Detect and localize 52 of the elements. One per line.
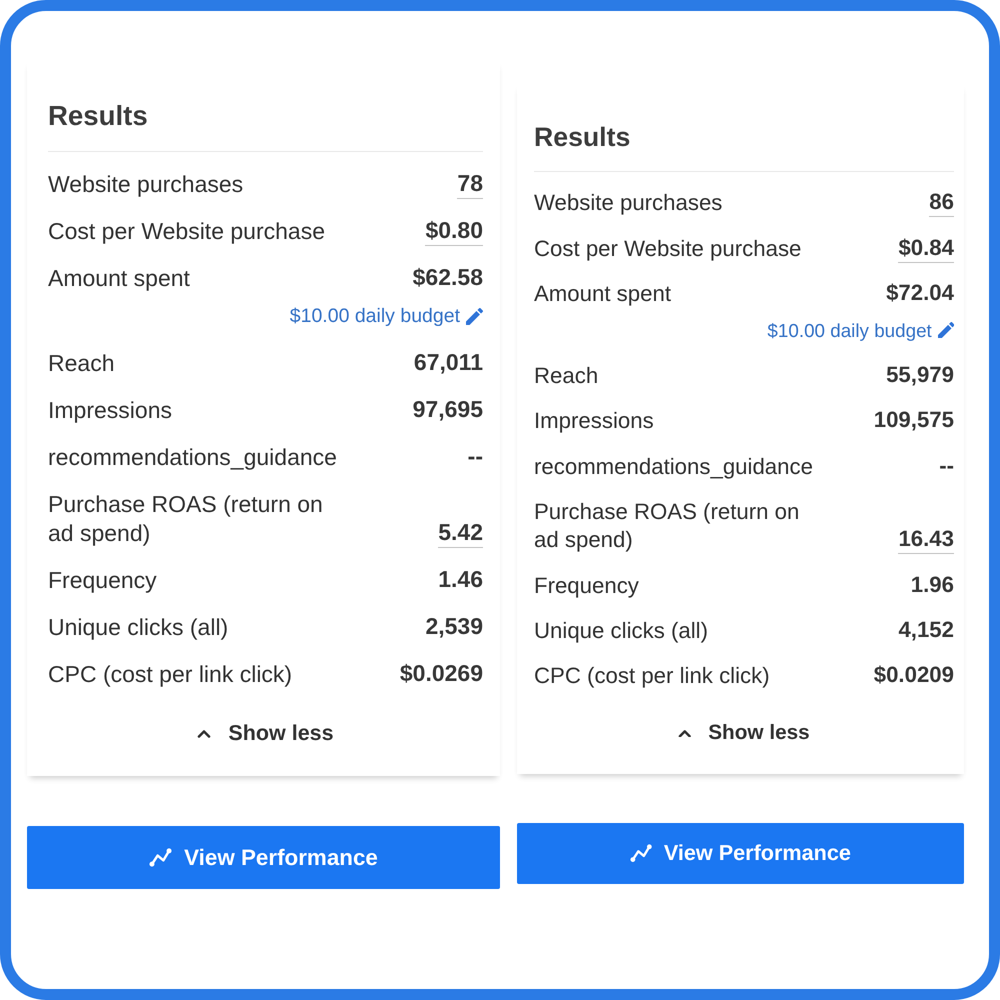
metric-value: $0.84: [898, 236, 954, 263]
collapse-button[interactable]: Show less: [674, 712, 814, 754]
metric-value: 67,011: [412, 350, 483, 377]
view-performance-button[interactable]: View Performance: [517, 822, 964, 884]
metric-label: Reach: [48, 349, 114, 378]
metric-value: $62.58: [412, 265, 483, 292]
pencil-icon: [938, 322, 954, 338]
metric-label: Amount spent: [534, 280, 672, 308]
collapse-button[interactable]: Show less: [193, 711, 338, 755]
metric-label: Reach: [534, 362, 598, 390]
metric-label: Amount spent: [48, 264, 190, 293]
line-chart-icon: [149, 848, 172, 867]
metric-value: 1.46: [437, 567, 483, 594]
section-title: Results: [48, 99, 148, 133]
metric-label: Website purchases: [534, 189, 722, 218]
metric-value: 1.96: [910, 572, 954, 599]
metric-label: Impressions: [48, 396, 172, 425]
metric-value: 2,539: [424, 614, 483, 641]
daily-budget-link[interactable]: $10.00 daily budget: [290, 302, 483, 330]
metric-value: 16.43: [898, 527, 954, 554]
metric-value: 97,695: [412, 397, 483, 424]
metric-value: 78: [457, 171, 483, 199]
metric-label: Purchase ROAS (return on ad spend): [48, 490, 324, 548]
metric-label: Frequency: [48, 566, 157, 595]
metric-label: recommendations_guidance: [48, 443, 337, 472]
daily-budget-link[interactable]: $10.00 daily budget: [767, 316, 954, 344]
metric-value: --: [466, 444, 483, 471]
metric-label: CPC (cost per link click): [48, 660, 292, 689]
metric-value: $72.04: [885, 280, 954, 307]
metric-label: Unique clicks (all): [534, 617, 708, 646]
pencil-icon: [466, 308, 483, 324]
metric-value: 55,979: [885, 363, 954, 390]
metric-value: $0.0269: [398, 661, 483, 688]
metric-label: Frequency: [534, 572, 639, 600]
metric-label: Unique clicks (all): [48, 613, 228, 642]
metric-label: Cost per Website purchase: [48, 217, 325, 246]
line-chart-icon: [630, 844, 652, 862]
metric-label: Cost per Website purchase: [534, 234, 802, 263]
metric-label: Website purchases: [48, 170, 244, 199]
metric-label: Purchase ROAS (return on ad spend): [534, 498, 800, 554]
metric-value: 5.42: [438, 520, 483, 548]
section-title: Results: [534, 120, 630, 154]
metric-value: $0.0209: [872, 663, 954, 690]
metric-value: --: [938, 454, 954, 480]
metric-label: CPC (cost per link click): [534, 662, 770, 690]
metric-label: recommendations_guidance: [534, 452, 813, 481]
metric-value: 109,575: [872, 408, 954, 434]
metric-value: 4,152: [897, 618, 954, 644]
view-performance-button[interactable]: View Performance: [27, 826, 500, 889]
metric-value: $0.80: [425, 218, 483, 246]
metric-value: 86: [929, 190, 954, 218]
metric-label: Impressions: [534, 407, 654, 436]
